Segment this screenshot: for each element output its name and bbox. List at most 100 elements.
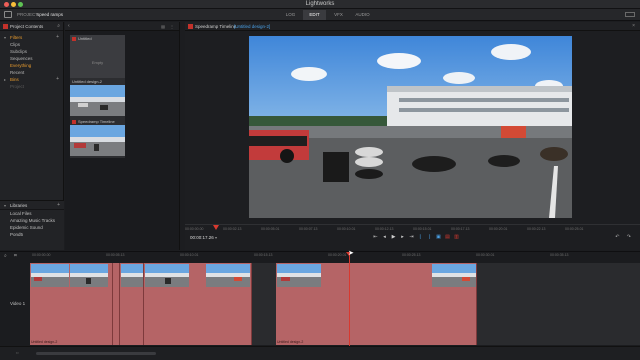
tree-item-label: Sequences [10,56,33,61]
tree-item-project[interactable]: Project [0,83,63,90]
viewer-tick: 00:00:17.13 [451,227,470,231]
viewer-tick: 00:00:02.13 [223,227,242,231]
timeline-clip[interactable] [113,263,120,345]
step-forward-button[interactable]: ▸ [399,234,406,241]
layout-toggle-icon[interactable] [625,12,635,17]
tab-audio[interactable]: AUDIO [351,10,374,20]
timeline-tick: 00:00:35.13 [550,253,569,257]
clip-thumbnail [432,264,476,287]
tile-title: Untitled [78,36,92,41]
clip-thumbnail [121,264,143,287]
tab-log[interactable]: LOG [279,10,302,20]
mouse-cursor-icon: ➤ [348,250,354,257]
timeline-clip[interactable] [120,263,144,345]
project-contents-header: Project Contents ⌕ [0,22,63,31]
scroll-icon[interactable]: ⇔ [15,350,20,355]
tab-vfx[interactable]: VFX [327,10,350,20]
viewer-tick: 00:00:10.01 [337,227,356,231]
timeline-playhead[interactable] [349,252,350,347]
go-to-end-button[interactable]: ⇥ [408,234,415,241]
clip-thumbnail [70,85,125,116]
search-icon[interactable]: ⌕ [57,23,60,29]
timeline-ruler[interactable]: 00:00:00.00 00:00:05.13 00:00:10.01 00:0… [30,252,640,260]
bin-tile-empty-sequence[interactable]: Untitled Empty [70,35,125,82]
timecode-display[interactable]: 00:00:17.26 [190,235,214,240]
title-bar: Lightworks [0,0,640,9]
viewer-tick: 00:00:05.01 [261,227,280,231]
project-browser-icon[interactable] [4,11,12,18]
go-to-start-button[interactable]: ⇤ [372,234,379,241]
sequence-thumbnail [70,125,125,156]
delete-button[interactable]: ▥ [453,234,460,241]
insert-button[interactable]: ▣ [435,234,442,241]
project-name[interactable]: speed ramps [37,12,63,17]
back-arrow-icon[interactable]: ‹ [68,23,70,29]
caret-down-icon[interactable]: ▾ [4,34,6,41]
bin-header: ‹ ▤ ⋮ [65,22,179,31]
add-bin-button[interactable]: + [56,76,59,83]
timeline-toolbar: ⌕ ⌗ [0,252,30,262]
add-library-button[interactable]: + [57,202,60,208]
tree-item-recent[interactable]: Recent [0,69,63,76]
viewer-title: Speedramp Timeline [195,24,237,29]
clip-thumbnail [70,264,108,287]
tree-item-everything[interactable]: Everything [0,62,63,69]
replace-button[interactable]: ▤ [444,234,451,241]
video-frame[interactable] [249,36,572,218]
tree-item-filters[interactable]: ▾ Filters + [0,34,63,41]
viewer-playhead[interactable] [213,225,219,230]
bin-tile-clip[interactable]: Untitled design-2 [70,78,125,118]
add-filter-button[interactable]: + [56,34,59,41]
viewer-panel: Speedramp Timeline [Untitled design-2] × [185,22,640,250]
zoom-fit-icon[interactable]: ⌗ [14,253,17,259]
caret-right-icon[interactable]: ▸ [4,76,6,83]
tile-body: Empty [70,42,125,82]
library-item[interactable]: Local Files [0,210,64,217]
viewer-subtitle[interactable]: [Untitled design-2] [234,24,270,29]
tree-item-sequences[interactable]: Sequences [0,55,63,62]
tile-caption: Untitled design-2 [72,79,103,84]
timeline-tick: 00:00:00.00 [32,253,51,257]
library-item[interactable]: Epidemic Sound [0,224,64,231]
clip-caption: Untitled design-2 [31,340,58,344]
tree-item-label: Everything [10,63,32,68]
mark-in-button[interactable]: ⌊ [417,234,424,241]
viewer-timebar[interactable]: 00:00:00.00 00:00:02.13 00:00:05.01 00:0… [185,224,640,234]
tree-item-bins[interactable]: ▸ Bins + [0,76,63,83]
mark-out-button[interactable]: ⌋ [426,234,433,241]
clip-thumbnail [145,264,189,287]
tree-item-subclips[interactable]: Subclips [0,48,63,55]
tab-edit[interactable]: EDIT [303,10,326,20]
viewer-tick: 00:00:20.01 [489,227,508,231]
viewer-tick: 00:00:12.13 [375,227,394,231]
step-back-button[interactable]: ◂ [381,234,388,241]
timeline-clip[interactable]: Untitled design-2 [276,263,477,345]
sequence-marker-icon [72,119,76,124]
play-button[interactable]: ▶ [390,234,397,241]
close-viewer-icon[interactable]: × [632,23,635,29]
transport-controls: ⇤ ◂ ▶ ▸ ⇥ ⌊ ⌋ ▣ ▤ ▥ [372,234,460,241]
tile-empty-label: Empty [91,60,104,65]
track-label-video-1[interactable]: Video 1 [10,301,25,306]
library-item[interactable]: Pond5 [0,231,64,238]
timeline-tick: 00:00:05.13 [106,253,125,257]
sequence-marker-icon [188,24,193,29]
tree-item-clips[interactable]: Clips [0,41,63,48]
timeline-clip[interactable] [144,263,252,345]
timecode-dropdown-icon[interactable]: ▾ [215,235,217,240]
tree-item-label: Bins [10,77,19,82]
caret-down-icon[interactable]: ▾ [4,203,6,208]
libraries-title: Libraries [10,203,28,208]
bin-panel: ‹ ▤ ⋮ Untitled Empty Untitled design-2 S… [65,22,180,250]
library-item[interactable]: Amazing Music Tracks [0,217,64,224]
view-mode-icons[interactable]: ▤ ⋮ [161,24,176,29]
project-contents-title: Project Contents [10,24,44,29]
timeline-clip[interactable]: Untitled design-2 [30,263,113,345]
timeline-horizontal-scrollbar[interactable] [36,352,156,355]
viewer-header: Speedramp Timeline [Untitled design-2] × [185,22,640,31]
clip-thumbnail [31,264,69,287]
zoom-icon[interactable]: ⌕ [4,253,7,259]
timeline-tick: 00:00:20.01 [328,253,347,257]
viewer-extra-controls[interactable]: ↶ ↷ [615,234,634,240]
bin-tile-sequence[interactable]: Speedramp Timeline [70,118,125,158]
